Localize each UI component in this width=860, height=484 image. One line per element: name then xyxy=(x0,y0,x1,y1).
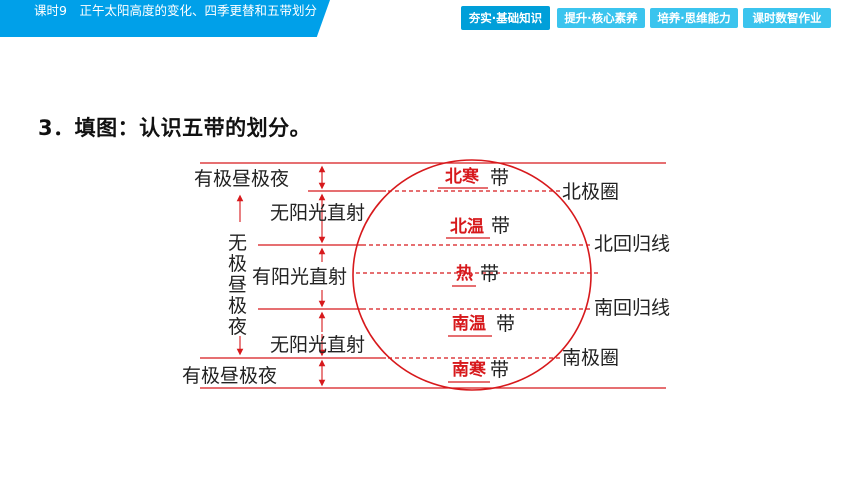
suffix-north-temperate: 带 xyxy=(491,215,510,237)
label-no-polar-5: 夜 xyxy=(228,316,247,338)
label-no-polar-2: 极 xyxy=(228,253,247,275)
answer-south-frigid: 南寒 xyxy=(452,359,486,380)
label-arctic-circle: 北极圈 xyxy=(562,181,619,203)
label-antarctic-circle: 南极圈 xyxy=(562,347,619,369)
five-zones-diagram: 有极昼极夜 无阳光直射 无 极 昼 极 夜 有阳光直射 无阳光直射 有极昼极夜 … xyxy=(182,159,670,391)
label-no-polar-3: 昼 xyxy=(228,274,247,296)
label-no-polar-1: 无 xyxy=(228,232,247,254)
answer-south-temperate: 南温 xyxy=(452,313,486,334)
answer-north-temperate: 北温 xyxy=(450,217,484,237)
suffix-north-frigid: 带 xyxy=(490,167,509,189)
label-direct-sun: 有阳光直射 xyxy=(252,266,347,288)
label-bottom-polar: 有极昼极夜 xyxy=(182,365,277,387)
suffix-south-temperate: 带 xyxy=(496,313,515,335)
label-tropic-cancer: 北回归线 xyxy=(594,233,670,255)
label-no-polar-4: 极 xyxy=(228,295,247,317)
label-upper-no-direct: 无阳光直射 xyxy=(270,202,365,224)
label-top-polar: 有极昼极夜 xyxy=(194,168,289,190)
suffix-tropical: 带 xyxy=(480,263,499,285)
answer-tropical: 热 xyxy=(456,263,473,284)
answer-north-frigid: 北寒 xyxy=(445,166,479,187)
label-tropic-capricorn: 南回归线 xyxy=(594,297,670,319)
suffix-south-frigid: 带 xyxy=(490,359,509,381)
label-lower-no-direct: 无阳光直射 xyxy=(270,334,365,356)
